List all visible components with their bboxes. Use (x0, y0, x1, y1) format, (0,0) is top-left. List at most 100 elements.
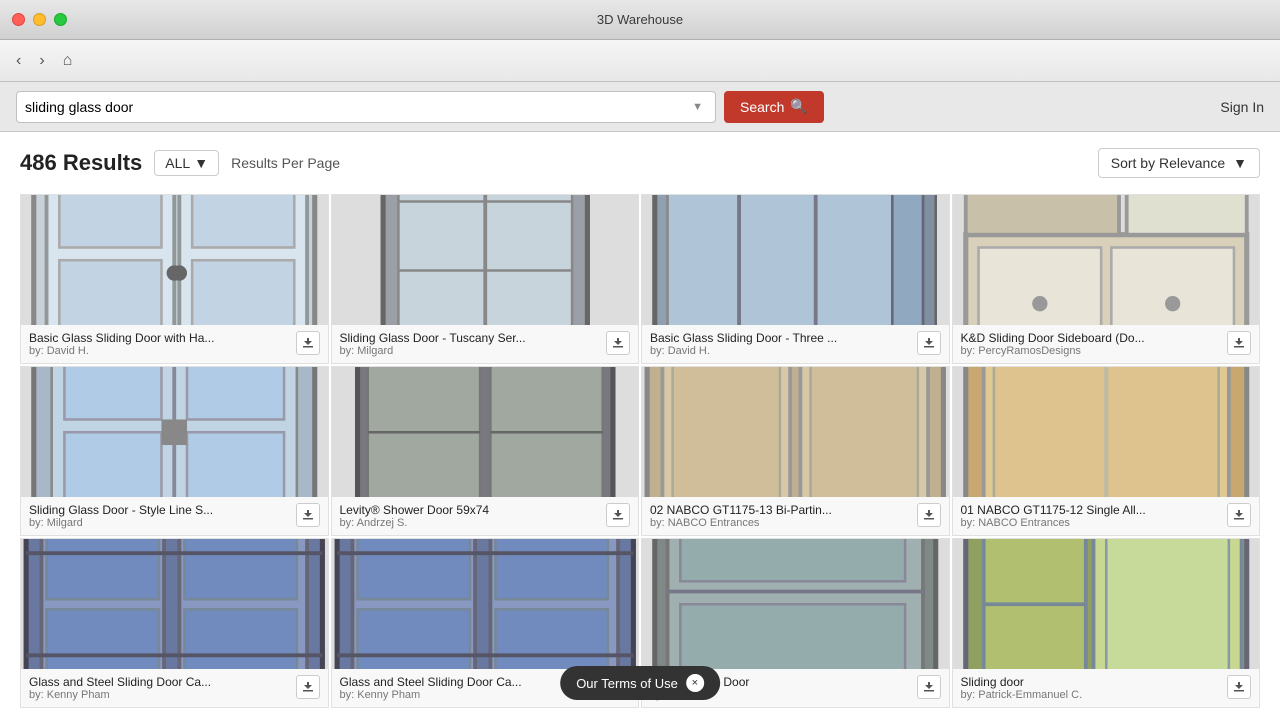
grid-item[interactable]: 02 NABCO GT1175-13 Bi-Partin...by: NABCO… (641, 366, 950, 536)
download-button[interactable] (917, 331, 941, 355)
search-button-label: Search (740, 99, 784, 115)
item-title: Glass and Steel Sliding Door Ca... (29, 675, 292, 689)
download-icon (612, 337, 624, 349)
search-dropdown-arrow[interactable]: ▼ (688, 101, 707, 113)
content-area: 486 Results ALL ▼ Results Per Page Sort … (0, 132, 1280, 720)
download-button[interactable] (296, 331, 320, 355)
sort-dropdown-icon: ▼ (1233, 155, 1247, 171)
item-text: Sliding doorby: Patrick-Emmanuel C. (961, 675, 1224, 701)
item-image (642, 367, 949, 497)
download-button[interactable] (606, 331, 630, 355)
item-text: Basic Glass Sliding Door - Three ...by: … (650, 331, 913, 357)
download-icon (1233, 509, 1245, 521)
item-author: by: Milgard (29, 517, 292, 529)
item-text: Levity® Shower Door 59x74by: Andrzej S. (340, 503, 603, 529)
download-button[interactable] (917, 675, 941, 699)
download-icon (923, 509, 935, 521)
item-title: Sliding door (961, 675, 1224, 689)
download-icon (302, 681, 314, 693)
navbar: ‹ › ⌂ (0, 40, 1280, 82)
results-grid: Basic Glass Sliding Door with Ha...by: D… (20, 194, 1260, 708)
download-icon (1233, 337, 1245, 349)
item-image (21, 195, 328, 325)
item-image (953, 367, 1260, 497)
item-image (953, 539, 1260, 669)
toast: Our Terms of Use × (560, 666, 720, 700)
item-author: by: Patrick-Emmanuel C. (961, 689, 1224, 701)
download-icon (1233, 681, 1245, 693)
item-title: 01 NABCO GT1175-12 Single All... (961, 503, 1224, 517)
item-image (642, 195, 949, 325)
item-text: K&D Sliding Door Sideboard (Do...by: Per… (961, 331, 1224, 357)
item-title: Sliding Glass Door - Style Line S... (29, 503, 292, 517)
item-info: Basic Glass Sliding Door with Ha...by: D… (21, 325, 328, 363)
download-icon (302, 509, 314, 521)
item-image (332, 367, 639, 497)
item-title: K&D Sliding Door Sideboard (Do... (961, 331, 1224, 345)
home-button[interactable]: ⌂ (57, 48, 79, 74)
grid-item[interactable]: Sliding doorby: Patrick-Emmanuel C. (952, 538, 1261, 708)
filter-button[interactable]: ALL ▼ (154, 150, 219, 176)
item-text: 02 NABCO GT1175-13 Bi-Partin...by: NABCO… (650, 503, 913, 529)
searchbar: ▼ Search 🔍 Sign In (0, 82, 1280, 132)
grid-item[interactable]: Basic Glass Sliding Door with Ha...by: D… (20, 194, 329, 364)
item-title: Basic Glass Sliding Door - Three ... (650, 331, 913, 345)
item-title: Sliding Glass Door - Tuscany Ser... (340, 331, 603, 345)
minimize-button[interactable] (33, 13, 46, 26)
sort-label: Sort by Relevance (1111, 155, 1225, 171)
results-count: 486 Results (20, 150, 142, 176)
grid-item[interactable]: Basic Glass Sliding Door - Three ...by: … (641, 194, 950, 364)
item-title: Levity® Shower Door 59x74 (340, 503, 603, 517)
grid-item[interactable]: Levity® Shower Door 59x74by: Andrzej S. (331, 366, 640, 536)
grid-item[interactable]: Glass and Steel Sliding Door Ca...by: Ke… (20, 538, 329, 708)
toast-label: Our Terms of Use (576, 676, 678, 691)
item-author: by: NABCO Entrances (650, 517, 913, 529)
search-button[interactable]: Search 🔍 (724, 91, 824, 123)
item-title: 02 NABCO GT1175-13 Bi-Partin... (650, 503, 913, 517)
grid-item[interactable]: 01 NABCO GT1175-12 Single All...by: NABC… (952, 366, 1261, 536)
titlebar: 3D Warehouse (0, 0, 1280, 40)
item-image (21, 367, 328, 497)
sign-in-link[interactable]: Sign In (1220, 99, 1264, 115)
maximize-button[interactable] (54, 13, 67, 26)
search-input-wrap: ▼ (16, 91, 716, 123)
item-title: Basic Glass Sliding Door with Ha... (29, 331, 292, 345)
item-info: Sliding Glass Door - Style Line S...by: … (21, 497, 328, 535)
filter-label: ALL (165, 155, 190, 171)
app-title: 3D Warehouse (597, 12, 683, 27)
item-author: by: David H. (29, 345, 292, 357)
grid-item[interactable]: K&D Sliding Door Sideboard (Do...by: Per… (952, 194, 1261, 364)
back-button[interactable]: ‹ (10, 48, 27, 74)
item-info: 02 NABCO GT1175-13 Bi-Partin...by: NABCO… (642, 497, 949, 535)
item-author: by: NABCO Entrances (961, 517, 1224, 529)
toast-close-button[interactable]: × (686, 674, 704, 692)
item-author: by: Kenny Pham (29, 689, 292, 701)
item-image (332, 539, 639, 669)
download-button[interactable] (296, 675, 320, 699)
download-button[interactable] (917, 503, 941, 527)
results-per-page-label: Results Per Page (231, 155, 340, 171)
item-author: by: Milgard (340, 345, 603, 357)
download-button[interactable] (1227, 675, 1251, 699)
item-info: K&D Sliding Door Sideboard (Do...by: Per… (953, 325, 1260, 363)
item-author: by: PercyRamosDesigns (961, 345, 1224, 357)
item-info: Levity® Shower Door 59x74by: Andrzej S. (332, 497, 639, 535)
forward-button[interactable]: › (33, 48, 50, 74)
download-button[interactable] (606, 503, 630, 527)
download-button[interactable] (1227, 331, 1251, 355)
grid-item[interactable]: Sliding Glass Door - Tuscany Ser...by: M… (331, 194, 640, 364)
item-info: Sliding doorby: Patrick-Emmanuel C. (953, 669, 1260, 707)
download-button[interactable] (296, 503, 320, 527)
download-icon (302, 337, 314, 349)
window-controls (12, 13, 67, 26)
download-button[interactable] (1227, 503, 1251, 527)
item-author: by: Andrzej S. (340, 517, 603, 529)
item-image (332, 195, 639, 325)
sort-dropdown[interactable]: Sort by Relevance ▼ (1098, 148, 1260, 178)
search-input[interactable] (25, 99, 688, 115)
item-text: Sliding Glass Door - Style Line S...by: … (29, 503, 292, 529)
close-button[interactable] (12, 13, 25, 26)
grid-item[interactable]: Sliding Glass Door - Style Line S...by: … (20, 366, 329, 536)
item-image (21, 539, 328, 669)
item-text: 01 NABCO GT1175-12 Single All...by: NABC… (961, 503, 1224, 529)
